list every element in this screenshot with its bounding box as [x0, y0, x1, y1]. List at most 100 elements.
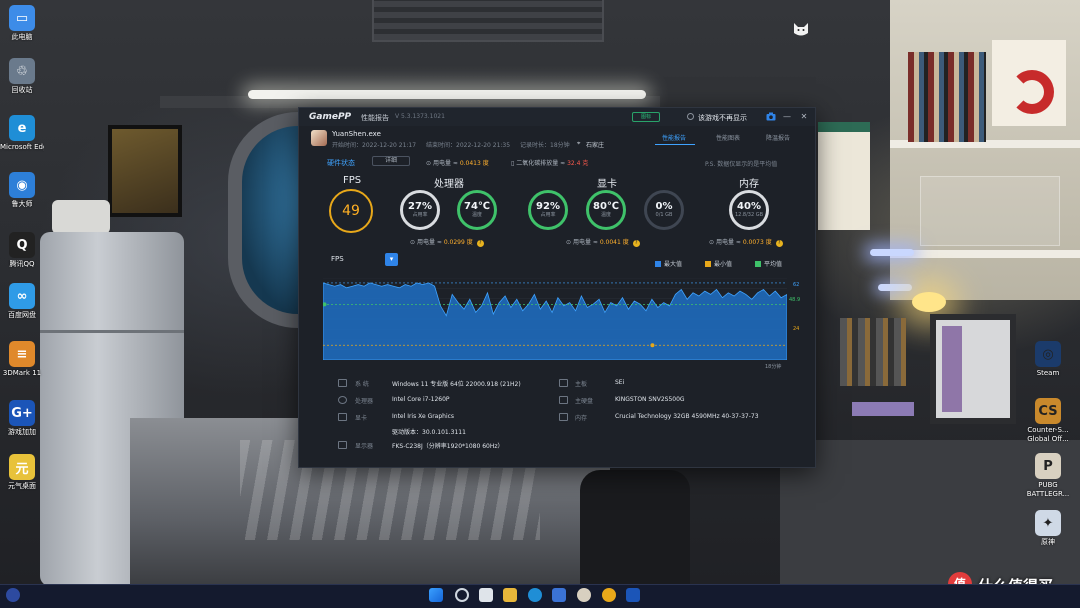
app-icon: P	[1035, 453, 1061, 479]
task-view-icon[interactable]	[479, 588, 493, 602]
legend-max: 最大值	[655, 259, 682, 268]
desktop-icon[interactable]: ≡ 3DMark 11	[0, 341, 44, 378]
app-icon: e	[9, 115, 35, 141]
desktop-icon[interactable]: CS Counter-S... Global Off...	[1025, 398, 1071, 444]
fps-chart[interactable]	[323, 278, 787, 360]
genshin-taskbar-icon[interactable]	[577, 588, 591, 602]
desktop-icon[interactable]: e Microsoft Edge	[0, 115, 44, 152]
gpu-power: ⊙ 用电量 ≈ 0.0041 度 ?	[566, 237, 640, 247]
help-icon[interactable]: ?	[632, 240, 640, 247]
desktop-icon-label: Steam	[1036, 369, 1060, 377]
icon-pill-button[interactable]: 图标	[632, 112, 660, 122]
spec-key: 主板	[575, 381, 588, 388]
desktop-icon[interactable]: ◉ 鲁大师	[0, 172, 44, 209]
co2-icon: ▯	[511, 160, 515, 167]
wallpaper-books-2	[840, 318, 906, 386]
app-icon: ≡	[9, 341, 35, 367]
desktop-icon[interactable]: G+ 游戏加加	[0, 400, 44, 437]
power-icon: ⊙	[426, 160, 432, 167]
dont-show-label[interactable]: 该游戏不再显示	[698, 113, 747, 123]
camera-icon[interactable]	[766, 112, 776, 122]
memory-power: ⊙ 用电量 ≈ 0.0073 度 ?	[709, 237, 783, 247]
app-icon: G+	[9, 400, 35, 426]
spec-key: 处理器	[355, 398, 374, 405]
cpu-usage-gauge: 27% 占用率	[400, 190, 440, 230]
wallpaper-calendar	[818, 122, 870, 230]
gamepp-taskbar-icon[interactable]	[626, 588, 640, 602]
start-icon[interactable]	[429, 588, 443, 602]
close-button[interactable]: ✕	[799, 112, 809, 122]
wallpaper-poster	[108, 125, 182, 217]
wallpaper-figure-case	[920, 176, 1060, 246]
store-icon[interactable]	[552, 588, 566, 602]
help-icon[interactable]: ?	[775, 240, 783, 247]
app-icon: ◎	[1035, 341, 1061, 367]
desktop-icon[interactable]: P PUBG BATTLEGR...	[1025, 453, 1071, 499]
minimize-button[interactable]: —	[782, 112, 792, 122]
chart-metric-select[interactable]: FPS	[331, 255, 344, 263]
duration-label: 18分钟	[765, 364, 782, 370]
spec-gpu: Intel Iris Xe Graphics	[392, 413, 455, 420]
help-icon[interactable]: ?	[476, 240, 484, 247]
wallpaper-shelf-plank	[890, 250, 1080, 258]
desktop-icon[interactable]: ◎ Steam	[1025, 341, 1071, 378]
desktop-icon-label: 原神	[1041, 538, 1055, 546]
spec-monitor: FKS-C238J（分辨率1920*1080 60Hz）	[392, 443, 504, 450]
memory-icon	[559, 413, 568, 421]
avg-label: 48.9	[789, 297, 801, 303]
location-pin-icon: ⌖	[577, 140, 581, 147]
desktop-icon[interactable]: ♲ 回收站	[0, 58, 44, 95]
tab-cooling-report[interactable]: 降温报告	[766, 133, 790, 142]
average-note: P.S. 数据仅显示的是平均值	[705, 161, 778, 168]
hardware-detail-button[interactable]: 详细	[372, 156, 410, 166]
ludashi-taskbar-icon[interactable]	[602, 588, 616, 602]
spec-cpu: Intel Core i7-1260P	[392, 396, 450, 403]
tab-performance-report[interactable]: 性能报告	[662, 133, 686, 142]
spec-key: 显卡	[355, 415, 368, 422]
power-icon: ⊙	[410, 239, 416, 246]
wallpaper-books	[908, 52, 986, 142]
app-icon: Q	[9, 232, 35, 258]
wallpaper-lamp	[52, 200, 110, 234]
legend-avg: 平均值	[755, 259, 782, 268]
desktop-icon-label: 游戏加加	[8, 428, 36, 436]
wallpaper-chair	[580, 470, 690, 588]
spec-memory: Crucial Technology 32GB 4590MHz 40-37-37…	[615, 413, 759, 420]
desktop-icon-label: 鲁大师	[11, 200, 33, 208]
desktop-icon-label: Microsoft Edge	[0, 143, 44, 151]
fps-gauge: 49	[329, 189, 373, 233]
power-icon: ⊙	[709, 239, 715, 246]
search-icon[interactable]	[455, 588, 469, 602]
wallpaper-box	[852, 402, 914, 416]
spec-os: Windows 11 专业版 64位 22000.918 (21H2)	[392, 381, 521, 388]
desktop-icon[interactable]: ∞ 百度网盘	[0, 283, 44, 320]
tab-performance-chart[interactable]: 性能图表	[716, 133, 740, 142]
file-explorer-icon[interactable]	[503, 588, 517, 602]
desktop-icon[interactable]: 元元气桌面	[0, 454, 44, 491]
legend-min: 最小值	[705, 259, 732, 268]
desktop-icon[interactable]: ✦ 原神	[1025, 510, 1071, 547]
fps-series-area	[323, 282, 787, 360]
desktop-icon[interactable]: ▭ 此电脑	[0, 5, 44, 42]
max-label: 62	[793, 282, 800, 288]
wallpaper-ceiling-light	[248, 90, 646, 99]
desktop-icon-label: 元气桌面	[8, 482, 36, 490]
windows-icon	[338, 379, 347, 387]
chevron-down-icon[interactable]: ▾	[385, 253, 398, 266]
spec-driver: 驱动版本：30.0.101.3111	[392, 429, 466, 436]
wallpaper-glow	[870, 249, 914, 256]
cpu-power: ⊙ 用电量 ≈ 0.0299 度 ?	[410, 237, 484, 247]
wallpaper-red-chair	[1010, 70, 1054, 114]
wallpaper-glow	[878, 284, 912, 291]
widgets-icon[interactable]	[6, 588, 20, 602]
cat-icon	[794, 23, 808, 36]
desktop-icon[interactable]: Q 腾讯QQ	[0, 232, 44, 269]
edge-icon[interactable]	[528, 588, 542, 602]
gamepp-window[interactable]: GamePP 性能报告 V 5.3.1373.1021 图标 该游戏不再显示 —…	[298, 107, 816, 468]
window-title: 性能报告	[361, 114, 389, 122]
desktop-icon-label: 3DMark 11	[2, 369, 42, 377]
dont-show-checkbox[interactable]	[687, 113, 694, 120]
spec-disk: KINGSTON SNV2S500G	[615, 396, 685, 403]
memory-heading: 内存	[739, 179, 759, 190]
co2-total: ▯ 二氧化碳排放量 ≈ 32.4 克	[511, 160, 589, 167]
